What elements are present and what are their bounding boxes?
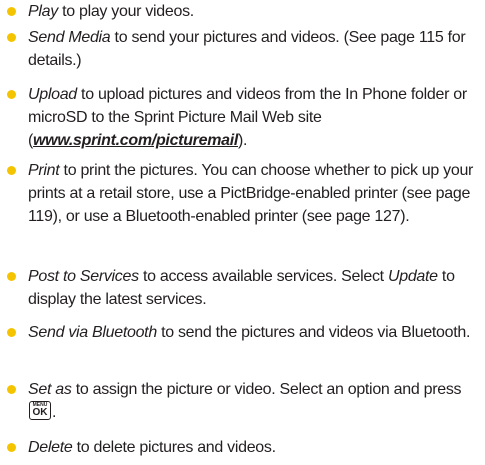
option-description: to access available services. Select: [138, 268, 388, 285]
bullet-icon: [7, 90, 16, 99]
option-description: to delete pictures and videos.: [72, 439, 276, 456]
bullet-icon: [7, 328, 16, 337]
option-term: Upload: [28, 86, 77, 103]
menu-ok-key-icon: MENU OK: [29, 401, 51, 420]
list-item-set-as: Set as to assign the picture or video. S…: [0, 378, 485, 424]
option-description: to send the pictures and videos via Blue…: [156, 324, 471, 341]
list-item-play: Play to play your videos.: [0, 0, 485, 23]
picturemail-link[interactable]: www.sprint.com/picturemail: [33, 132, 238, 149]
bullet-icon: [7, 385, 16, 394]
option-term: Send via Bluetooth: [28, 324, 157, 341]
bullet-icon: [7, 272, 16, 281]
option-description-end: .: [52, 404, 57, 421]
list-item-delete: Delete to delete pictures and videos.: [0, 436, 485, 459]
option-term: Play: [28, 3, 58, 20]
ok-key-label: OK: [32, 407, 48, 418]
bullet-icon: [7, 443, 16, 452]
list-item-send-media: Send Media to send your pictures and vid…: [0, 26, 485, 72]
option-term: Delete: [28, 439, 73, 456]
option-description: to play your videos.: [57, 3, 194, 20]
option-term: Set as: [28, 381, 72, 398]
list-item-print: Print to print the pictures. You can cho…: [0, 159, 485, 228]
list-item-send-via-bluetooth: Send via Bluetooth to send the pictures …: [0, 321, 485, 344]
bullet-icon: [7, 7, 16, 16]
list-item-upload: Upload to upload pictures and videos fro…: [0, 83, 485, 152]
option-description: to print the pictures. You can choose wh…: [28, 162, 474, 225]
list-item-post-to-services: Post to Services to access available ser…: [0, 265, 485, 311]
option-description-end: ).: [238, 132, 248, 149]
bullet-icon: [7, 33, 16, 42]
option-term: Post to Services: [28, 268, 139, 285]
option-term: Send Media: [28, 29, 111, 46]
option-term-secondary: Update: [387, 268, 438, 285]
bullet-icon: [7, 166, 16, 175]
option-description: to assign the picture or video. Select a…: [71, 381, 462, 398]
option-term: Print: [28, 162, 60, 179]
